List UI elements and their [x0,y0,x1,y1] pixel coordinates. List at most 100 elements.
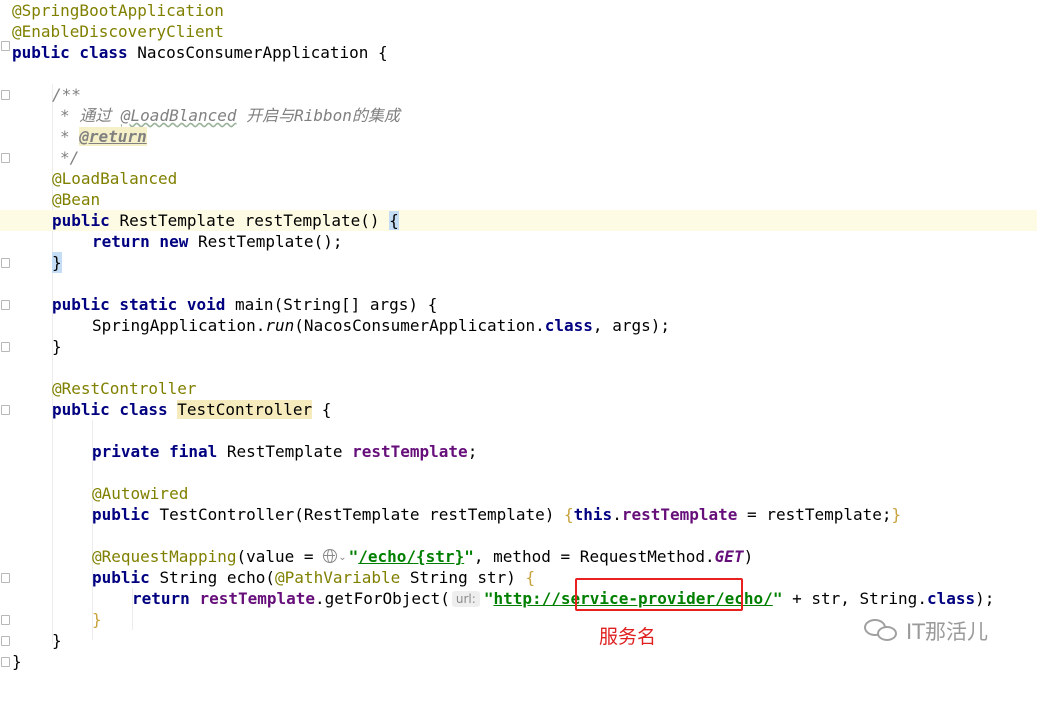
code-text: SpringApplication.run(NacosConsumerAppli… [92,315,670,336]
code-line[interactable]: } [0,336,1037,357]
code-line[interactable]: @LoadBalanced [0,168,1037,189]
code-line[interactable]: } [0,252,1037,273]
code-token: RestTemplate [226,442,353,461]
javadoc-token: * 通过 [60,106,121,125]
keyword-token: public class [52,400,178,419]
code-text: public String echo(@PathVariable String … [92,567,535,588]
code-line[interactable]: @SpringBootApplication [0,0,1037,21]
folded-brace: } [891,505,902,524]
watermark-text: IT那活儿 [906,620,989,644]
code-line[interactable]: public class TestController { [0,399,1037,420]
code-token: String echo( [159,568,276,587]
chevron-down-icon[interactable]: ⌄ [338,547,346,568]
code-token: .getForObject( [315,589,450,608]
url-protocol-link[interactable]: http:// [493,589,560,608]
keyword-token: class [544,316,593,335]
keyword-token: public [92,505,160,524]
javadoc-token: 开启与Ribbon的集成 [236,106,400,125]
code-token: String str) [400,568,526,587]
code-token: RestTemplate(); [197,232,343,251]
code-token: TestController(RestTemplate restTemplate… [159,505,565,524]
wechat-icon [864,617,900,645]
code-line[interactable]: * 通过 @LoadBlanced 开启与Ribbon的集成 [0,105,1037,126]
keyword-token: return new [92,232,198,251]
keyword-token: class [926,589,976,608]
code-line[interactable]: @Bean [0,189,1037,210]
code-line[interactable]: public TestController(RestTemplate restT… [0,504,1037,525]
code-token: RestTemplate restTemplate() [119,211,390,230]
code-line[interactable]: @RestController [0,378,1037,399]
highlighted-class-name: TestController [177,400,313,419]
code-line[interactable]: public static void main(String[] args) { [0,294,1037,315]
javadoc-text: * @return [60,126,147,147]
code-line[interactable]: */ [0,147,1037,168]
keyword-token: this [573,505,613,524]
code-token: main(String[] args) { [235,295,438,314]
matched-brace: } [52,252,62,273]
static-method-token: run [265,316,295,335]
code-line[interactable]: @RequestMapping(value = ⌄ "/echo/{str}", … [0,546,1037,567]
code-text: public class NacosConsumerApplication { [12,42,388,63]
code-token: (value = [236,547,324,566]
code-line[interactable]: private final RestTemplate restTemplate; [0,441,1037,462]
code-text: return restTemplate.getForObject(url: "ht… [132,588,994,609]
annotation-token: @RequestMapping [92,547,237,566]
code-line[interactable]: public class NacosConsumerApplication { [0,42,1037,63]
annotation-token: @RestController [52,379,197,398]
code-token: { [312,400,332,419]
annotation-token: @EnableDiscoveryClient [12,22,224,41]
code-text: return new RestTemplate(); [92,231,342,252]
code-text: public TestController(RestTemplate restT… [92,504,901,525]
code-line[interactable]: @Autowired [0,483,1037,504]
annotation-token: @LoadBalanced [52,169,178,188]
code-text: @RequestMapping(value = ⌄ "/echo/{str}", … [92,546,753,568]
string-token: " [464,547,474,566]
code-text: public static void main(String[] args) { [52,294,437,315]
field-token: restTemplate [621,505,738,524]
class-name-token: NacosConsumerApplication { [137,43,388,62]
keyword-token: public [52,211,120,230]
folded-brace: { [525,568,536,587]
javadoc-token: */ [60,148,80,167]
javadoc-text: * 通过 @LoadBlanced 开启与Ribbon的集成 [60,105,400,126]
string-token: " [348,547,359,566]
code-line[interactable]: /** [0,84,1037,105]
globe-icon[interactable] [323,549,338,563]
field-token: restTemplate [199,589,316,608]
highlight-box [575,578,743,611]
javadoc-reference: @LoadBlanced [120,106,237,125]
code-text: public class TestController { [52,399,331,420]
annotation-token: @SpringBootApplication [12,1,224,20]
code-token: ); [975,589,995,608]
parameter-hint: url: [451,591,480,607]
code-line[interactable]: return restTemplate.getForObject(url: "ht… [0,588,1037,609]
url-path-link[interactable]: /echo/{str} [358,547,464,566]
code-line[interactable]: @EnableDiscoveryClient [0,21,1037,42]
keyword-token: public [92,568,160,587]
code-line[interactable]: * @return [0,126,1037,147]
code-token: } [52,337,62,356]
javadoc-tag: @return [79,127,147,146]
code-token: ) [743,547,754,566]
code-token: = restTemplate; [737,505,892,524]
code-line[interactable]: SpringApplication.run(NacosConsumerAppli… [0,315,1037,336]
code-line[interactable]: return new RestTemplate(); [0,231,1037,252]
code-token: (NacosConsumerApplication. [294,316,545,335]
watermark: IT那活儿 [864,616,988,646]
code-token: , method = RequestMethod. [473,547,715,566]
annotation-token: @PathVariable [275,568,401,587]
javadoc-token: /** [52,85,81,104]
code-token: . [612,505,622,524]
code-line-current[interactable]: public RestTemplate restTemplate() { [0,210,1037,231]
code-token: SpringApplication. [92,316,266,335]
keyword-token: private final [92,442,227,461]
code-line[interactable]: public String echo(@PathVariable String … [0,567,1037,588]
string-token: " [483,589,494,608]
code-token: } [12,652,22,671]
code-text: public RestTemplate restTemplate() { [52,210,399,231]
code-token: ; [467,442,478,461]
code-line[interactable]: } [0,651,1037,672]
folded-brace: } [92,610,102,629]
code-editor[interactable]: @SpringBootApplication @EnableDiscoveryC… [0,0,1037,676]
keyword-token: public class [12,43,138,62]
